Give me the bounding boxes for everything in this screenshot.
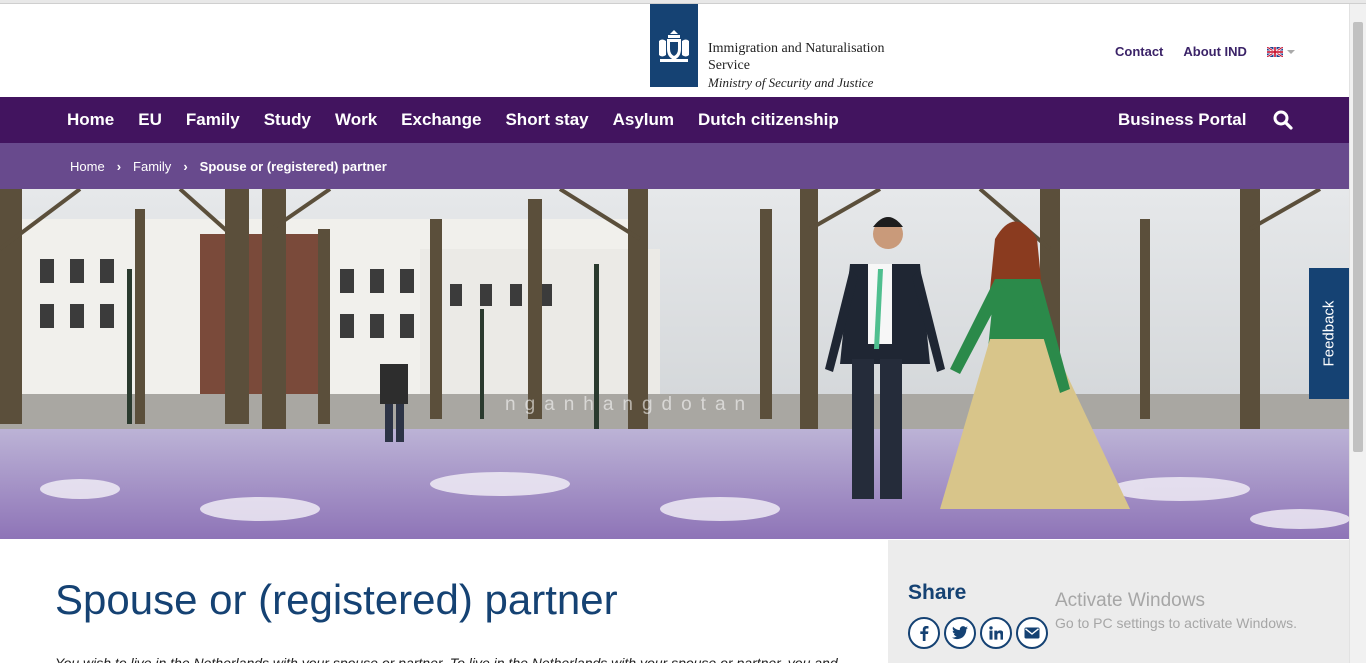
feedback-label: Feedback — [1320, 300, 1338, 367]
breadcrumb: Home › Family › Spouse or (registered) p… — [0, 143, 1349, 189]
share-facebook-button[interactable] — [908, 617, 940, 649]
uk-flag-icon — [1266, 46, 1283, 57]
coat-of-arms-icon — [659, 29, 689, 62]
nav-item-study[interactable]: Study — [264, 110, 311, 130]
organisation-name: Immigration and Naturalisation Service M… — [708, 40, 885, 91]
facebook-icon — [920, 626, 929, 641]
chevron-down-icon — [1286, 49, 1295, 54]
share-linkedin-button[interactable] — [980, 617, 1012, 649]
nav-item-asylum[interactable]: Asylum — [613, 110, 674, 130]
business-portal-link[interactable]: Business Portal — [1118, 110, 1247, 130]
government-logo[interactable] — [650, 4, 698, 87]
search-icon — [1273, 110, 1293, 130]
contact-link[interactable]: Contact — [1115, 44, 1163, 59]
share-email-button[interactable] — [1016, 617, 1048, 649]
nav-items: Home EU Family Study Work Exchange Short… — [67, 97, 839, 143]
language-switcher[interactable] — [1266, 46, 1295, 57]
scrollbar-thumb[interactable] — [1353, 22, 1363, 452]
activate-windows-title: Activate Windows — [1055, 590, 1205, 611]
share-title: Share — [908, 581, 967, 604]
nav-item-work[interactable]: Work — [335, 110, 377, 130]
nav-item-exchange[interactable]: Exchange — [401, 110, 481, 130]
breadcrumb-home[interactable]: Home — [70, 159, 105, 174]
page-scrollbar[interactable] — [1349, 4, 1366, 663]
breadcrumb-separator-icon: › — [116, 158, 122, 174]
nav-right: Business Portal — [1118, 97, 1293, 143]
twitter-icon — [952, 626, 968, 640]
breadcrumb-family[interactable]: Family — [133, 159, 171, 174]
top-links: Contact About IND — [1115, 44, 1295, 59]
search-button[interactable] — [1273, 110, 1293, 130]
breadcrumb-items: Home › Family › Spouse or (registered) p… — [70, 143, 387, 189]
about-ind-link[interactable]: About IND — [1183, 44, 1247, 59]
site-header: Immigration and Naturalisation Service M… — [0, 4, 1349, 97]
nav-item-eu[interactable]: EU — [138, 110, 162, 130]
activate-windows-watermark: Activate Windows Go to PC settings to ac… — [1055, 590, 1297, 631]
linkedin-icon — [989, 626, 1003, 640]
nav-item-dutch-citizenship[interactable]: Dutch citizenship — [698, 110, 839, 130]
hero-image: nganhangdotan — [0, 189, 1349, 539]
ministry-name: Ministry of Security and Justice — [708, 75, 874, 90]
park-couple-photo — [0, 189, 1349, 539]
share-buttons — [908, 617, 1048, 649]
nav-item-home[interactable]: Home — [67, 110, 114, 130]
breadcrumb-separator-icon: › — [183, 158, 188, 174]
page-title: Spouse or (registered) partner — [55, 576, 618, 623]
nav-item-short-stay[interactable]: Short stay — [505, 110, 588, 130]
breadcrumb-current: Spouse or (registered) partner — [199, 158, 387, 174]
activate-windows-subtitle: Go to PC settings to activate Windows. — [1055, 615, 1297, 631]
share-twitter-button[interactable] — [944, 617, 976, 649]
feedback-button[interactable]: Feedback — [1309, 268, 1349, 399]
main-navigation: Home EU Family Study Work Exchange Short… — [0, 97, 1349, 143]
nav-item-family[interactable]: Family — [186, 110, 240, 130]
image-watermark: nganhangdotan — [505, 394, 755, 415]
org-name-line2: Service — [708, 58, 750, 73]
email-icon — [1024, 627, 1040, 639]
org-name-line1: Immigration and Naturalisation — [708, 41, 885, 56]
intro-text: You wish to live in the Netherlands with… — [55, 655, 838, 663]
